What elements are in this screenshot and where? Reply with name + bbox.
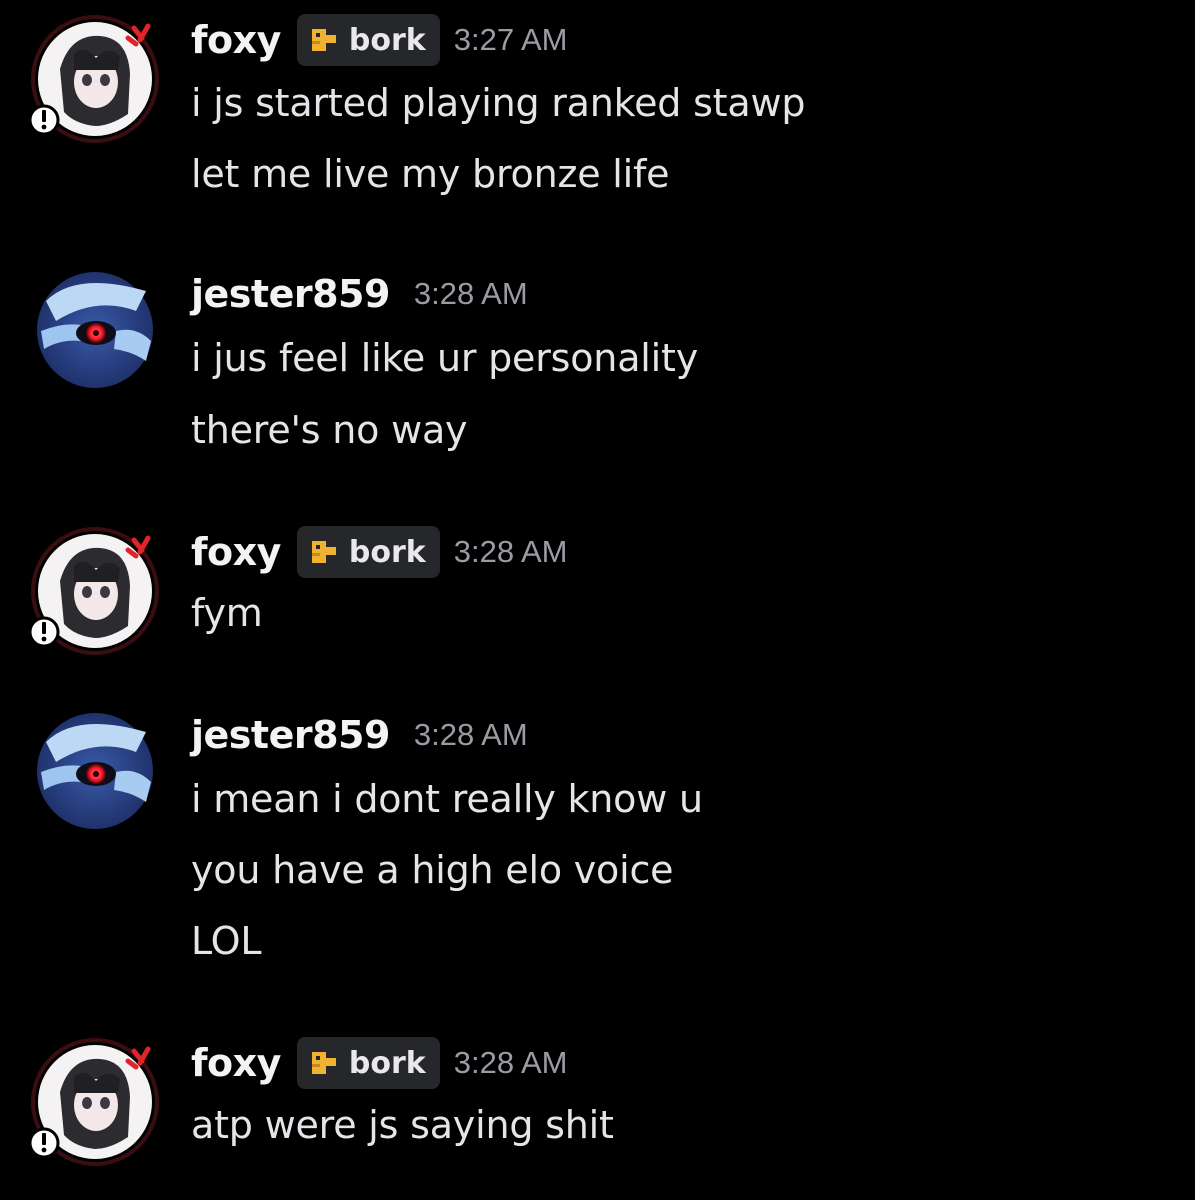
- guild-tag[interactable]: bork: [296, 1037, 440, 1089]
- username[interactable]: foxy: [191, 1041, 281, 1085]
- username[interactable]: jester859: [191, 272, 390, 316]
- message-line[interactable]: fym: [191, 594, 263, 632]
- guild-tag-label: bork: [348, 534, 426, 570]
- guild-tag[interactable]: bork: [296, 526, 440, 578]
- message-line[interactable]: i jus feel like ur personality: [191, 339, 698, 377]
- jester-avatar[interactable]: [36, 712, 154, 830]
- guild-tag[interactable]: bork: [296, 14, 440, 66]
- foxy-avatar[interactable]: [30, 1038, 159, 1166]
- message-line[interactable]: i js started playing ranked stawp: [191, 84, 805, 122]
- timestamp[interactable]: 3:28 AM: [454, 1045, 568, 1081]
- username[interactable]: jester859: [191, 713, 390, 757]
- username[interactable]: foxy: [191, 530, 281, 574]
- guild-tag-label: bork: [348, 22, 426, 58]
- message-header: foxy bork 3:27 AM: [191, 10, 568, 70]
- guild-tag-label: bork: [348, 1045, 426, 1081]
- bork-emblem-icon: [311, 1052, 336, 1074]
- message-line[interactable]: you have a high elo voice: [191, 851, 674, 889]
- message-line[interactable]: let me live my bronze life: [191, 155, 670, 193]
- timestamp[interactable]: 3:28 AM: [454, 534, 568, 570]
- message-line[interactable]: there's no way: [191, 411, 468, 449]
- username[interactable]: foxy: [191, 18, 281, 62]
- message-line[interactable]: LOL: [191, 922, 262, 960]
- message-header: jester859 3:28 AM: [191, 264, 528, 324]
- bork-emblem-icon: [311, 541, 336, 563]
- message-header: jester859 3:28 AM: [191, 705, 528, 765]
- foxy-avatar[interactable]: [30, 15, 159, 143]
- timestamp[interactable]: 3:28 AM: [414, 276, 528, 312]
- message-header: foxy bork 3:28 AM: [191, 1033, 568, 1093]
- message-line[interactable]: i mean i dont really know u: [191, 780, 703, 818]
- timestamp[interactable]: 3:27 AM: [454, 22, 568, 58]
- jester-avatar[interactable]: [36, 271, 154, 389]
- timestamp[interactable]: 3:28 AM: [414, 717, 528, 753]
- message-line[interactable]: atp were js saying shit: [191, 1106, 614, 1144]
- bork-emblem-icon: [311, 29, 336, 51]
- message-header: foxy bork 3:28 AM: [191, 522, 568, 582]
- foxy-avatar[interactable]: [30, 527, 159, 655]
